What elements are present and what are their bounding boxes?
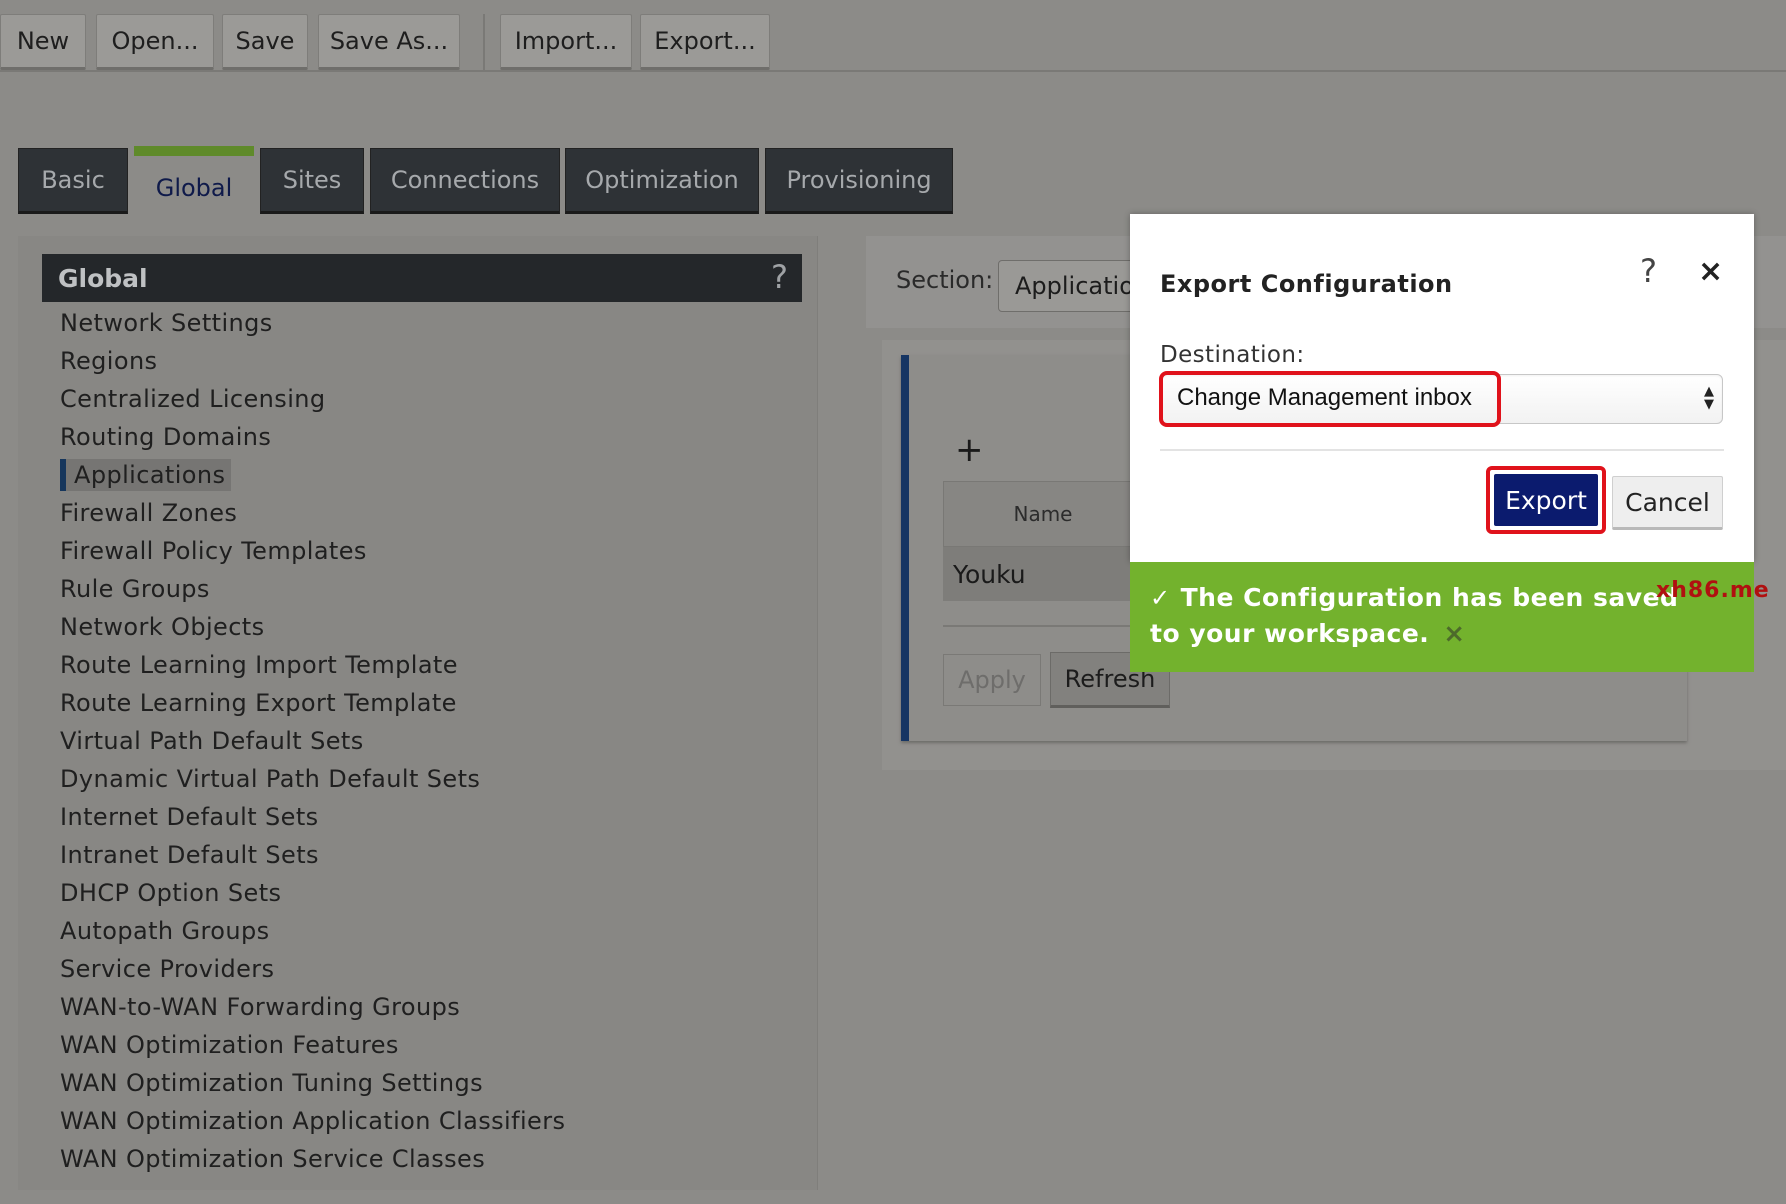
divider bbox=[943, 625, 1143, 627]
dialog-title: Export Configuration bbox=[1160, 270, 1453, 298]
nav-item[interactable]: WAN Optimization Tuning Settings bbox=[60, 1064, 565, 1102]
nav-item[interactable]: WAN Optimization Service Classes bbox=[60, 1140, 565, 1178]
nav-item-label: Autopath Groups bbox=[60, 917, 270, 945]
dialog-divider bbox=[1160, 449, 1724, 451]
check-icon: ✓ bbox=[1150, 584, 1171, 612]
nav-item-label: DHCP Option Sets bbox=[60, 879, 282, 907]
nav-item-label: Applications bbox=[60, 459, 232, 491]
section-select[interactable]: Application bbox=[998, 260, 1138, 312]
nav-item-label: Virtual Path Default Sets bbox=[60, 727, 364, 755]
toast-message: The Configuration has been saved to your… bbox=[1150, 583, 1679, 648]
nav-item-label: WAN Optimization Features bbox=[60, 1031, 399, 1059]
nav-item-label: Centralized Licensing bbox=[60, 385, 326, 413]
nav-item[interactable]: Applications bbox=[60, 456, 565, 494]
nav-item-label: Network Settings bbox=[60, 309, 273, 337]
select-arrows-icon: ▲ ▼ bbox=[1704, 384, 1714, 412]
nav-item-label: WAN Optimization Service Classes bbox=[60, 1145, 486, 1173]
nav-item-label: Firewall Zones bbox=[60, 499, 238, 527]
nav-item-label: WAN Optimization Application Classifiers bbox=[60, 1107, 566, 1135]
nav-item-label: Service Providers bbox=[60, 955, 275, 983]
cancel-button[interactable]: Cancel bbox=[1612, 476, 1723, 530]
nav-item[interactable]: WAN Optimization Features bbox=[60, 1026, 565, 1064]
toast-close-icon[interactable]: × bbox=[1443, 616, 1465, 652]
destination-value: Change Management inbox bbox=[1177, 384, 1472, 411]
nav-item[interactable]: WAN-to-WAN Forwarding Groups bbox=[60, 988, 565, 1026]
nav-item[interactable]: DHCP Option Sets bbox=[60, 874, 565, 912]
destination-label: Destination: bbox=[1160, 342, 1305, 368]
nav-item-label: Dynamic Virtual Path Default Sets bbox=[60, 765, 481, 793]
export-toolbar-button[interactable]: Export... bbox=[640, 14, 770, 70]
destination-select[interactable]: Change Management inbox ▲ ▼ bbox=[1159, 371, 1723, 427]
global-nav-list: Network Settings Regions Centralized Licen… bbox=[60, 304, 565, 1178]
nav-item-label: Rule Groups bbox=[60, 575, 210, 603]
tab-global[interactable]: Global bbox=[134, 146, 254, 216]
toast-message-wrap: ✓ The Configuration has been saved to you… bbox=[1150, 580, 1710, 652]
nav-item[interactable]: Service Providers bbox=[60, 950, 565, 988]
export-button[interactable]: Export bbox=[1494, 474, 1598, 526]
nav-item[interactable]: Routing Domains bbox=[60, 418, 565, 456]
section-label: Section: bbox=[896, 266, 994, 294]
nav-item[interactable]: Network Objects bbox=[60, 608, 565, 646]
nav-item-label: Network Objects bbox=[60, 613, 265, 641]
help-icon[interactable]: ? bbox=[771, 258, 788, 296]
toolbar-divider bbox=[483, 14, 485, 70]
export-configuration-dialog: Export Configuration ? × Destination: Ch… bbox=[1130, 214, 1754, 562]
nav-item-label: Route Learning Export Template bbox=[60, 689, 457, 717]
watermark: xh86.me bbox=[1656, 578, 1770, 603]
nav-item[interactable]: WAN Optimization Application Classifiers bbox=[60, 1102, 565, 1140]
nav-item[interactable]: Dynamic Virtual Path Default Sets bbox=[60, 760, 565, 798]
tab-provisioning[interactable]: Provisioning bbox=[765, 148, 953, 214]
nav-item[interactable]: Centralized Licensing bbox=[60, 380, 565, 418]
nav-item-label: Route Learning Import Template bbox=[60, 651, 458, 679]
close-icon[interactable]: × bbox=[1698, 254, 1723, 289]
name-column-header[interactable]: Name bbox=[943, 481, 1143, 547]
nav-item[interactable]: Autopath Groups bbox=[60, 912, 565, 950]
open-button[interactable]: Open... bbox=[96, 14, 214, 70]
nav-item[interactable]: Rule Groups bbox=[60, 570, 565, 608]
nav-item-label: Firewall Policy Templates bbox=[60, 537, 367, 565]
nav-item[interactable]: Route Learning Import Template bbox=[60, 646, 565, 684]
import-button[interactable]: Import... bbox=[500, 14, 632, 70]
save-button[interactable]: Save bbox=[222, 14, 308, 70]
nav-item[interactable]: Route Learning Export Template bbox=[60, 684, 565, 722]
apply-button[interactable]: Apply bbox=[943, 654, 1041, 706]
nav-item[interactable]: Firewall Policy Templates bbox=[60, 532, 565, 570]
dialog-help-icon[interactable]: ? bbox=[1640, 252, 1657, 290]
nav-item[interactable]: Intranet Default Sets bbox=[60, 836, 565, 874]
nav-item-label: Routing Domains bbox=[60, 423, 272, 451]
nav-item-label: WAN Optimization Tuning Settings bbox=[60, 1069, 483, 1097]
tab-sites[interactable]: Sites bbox=[260, 148, 364, 214]
nav-item[interactable]: Regions bbox=[60, 342, 565, 380]
add-icon[interactable]: + bbox=[955, 430, 984, 470]
table-row[interactable]: Youku bbox=[943, 547, 1143, 601]
nav-item-label: Intranet Default Sets bbox=[60, 841, 319, 869]
nav-item-label: Regions bbox=[60, 347, 158, 375]
global-settings-panel: Global ? Network Settings Regions Centrali… bbox=[18, 236, 818, 1190]
panel-header: Global ? bbox=[42, 254, 802, 302]
save-as-button[interactable]: Save As... bbox=[318, 14, 460, 70]
tab-connections[interactable]: Connections bbox=[370, 148, 560, 214]
export-highlight: Export bbox=[1486, 466, 1606, 534]
new-button[interactable]: New bbox=[0, 14, 86, 70]
nav-item[interactable]: Virtual Path Default Sets bbox=[60, 722, 565, 760]
tab-optimization[interactable]: Optimization bbox=[565, 148, 759, 214]
nav-item-label: WAN-to-WAN Forwarding Groups bbox=[60, 993, 461, 1021]
nav-item-label: Internet Default Sets bbox=[60, 803, 319, 831]
nav-item[interactable]: Network Settings bbox=[60, 304, 565, 342]
nav-item[interactable]: Internet Default Sets bbox=[60, 798, 565, 836]
nav-item[interactable]: Firewall Zones bbox=[60, 494, 565, 532]
toolbar: New Open... Save Save As... Import... Ex… bbox=[0, 0, 1786, 72]
tab-basic[interactable]: Basic bbox=[18, 148, 128, 214]
panel-title: Global bbox=[58, 263, 148, 293]
